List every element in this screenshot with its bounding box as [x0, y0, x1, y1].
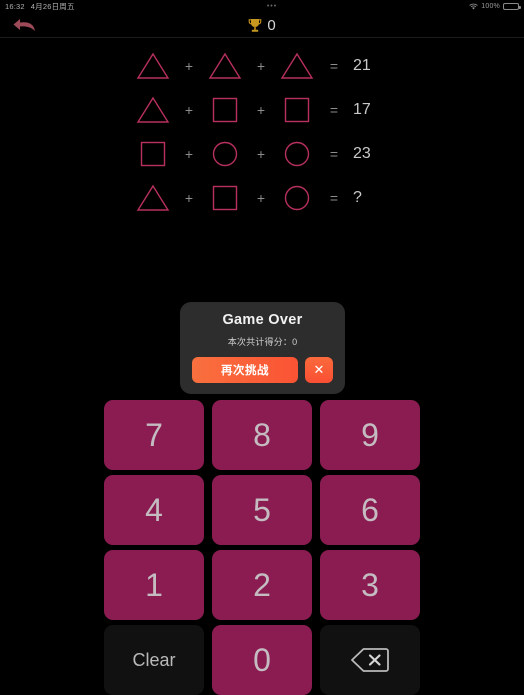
status-bar-left: 16:32 4月26日周五 [5, 1, 75, 12]
close-button[interactable]: ✕ [305, 357, 333, 383]
operator-plus: + [184, 58, 194, 74]
key-1[interactable]: 1 [104, 550, 204, 620]
equals-sign: = [329, 146, 339, 162]
equation-row: + + = ? [0, 176, 524, 220]
operator-plus: + [184, 146, 194, 162]
equals-sign: = [329, 102, 339, 118]
key-9[interactable]: 9 [320, 400, 420, 470]
shape-square [275, 90, 319, 130]
status-bar: 16:32 4月26日周五 ••• 100% [0, 0, 524, 13]
key-0[interactable]: 0 [212, 625, 312, 695]
key-backspace[interactable] [320, 625, 420, 695]
shape-square [203, 178, 247, 218]
operator-plus: + [256, 190, 266, 206]
game-over-dialog: Game Over 本次共计得分：0 再次挑战 ✕ [180, 302, 345, 394]
battery-percent: 100% [481, 3, 500, 10]
equation-value: 21 [353, 57, 371, 74]
shape-triangle [275, 46, 319, 86]
operator-plus: + [184, 102, 194, 118]
dialog-actions: 再次挑战 ✕ [192, 357, 333, 383]
operator-plus: + [184, 190, 194, 206]
equation-row: + + = 23 [0, 132, 524, 176]
key-clear[interactable]: Clear [104, 625, 204, 695]
key-8[interactable]: 8 [212, 400, 312, 470]
status-date: 4月26日周五 [30, 2, 75, 11]
status-time: 16:32 [5, 2, 25, 11]
equals-sign: = [329, 58, 339, 74]
shape-circle [275, 134, 319, 174]
close-icon: ✕ [313, 362, 325, 377]
equals-sign: = [329, 190, 339, 206]
wifi-icon [469, 3, 478, 10]
battery-icon [503, 2, 521, 11]
equation-row: + + = 17 [0, 88, 524, 132]
equation-value: 23 [353, 145, 371, 162]
header-divider [0, 37, 524, 38]
equation-value: 17 [353, 101, 371, 118]
key-6[interactable]: 6 [320, 475, 420, 545]
status-center-dots: ••• [266, 3, 278, 10]
shape-triangle [131, 90, 175, 130]
numeric-keypad: 7 8 9 4 5 6 1 2 3 Clear 0 [104, 400, 420, 695]
shape-triangle [131, 46, 175, 86]
operator-plus: + [256, 146, 266, 162]
shape-circle [275, 178, 319, 218]
equation-row: + + = 21 [0, 44, 524, 88]
key-5[interactable]: 5 [212, 475, 312, 545]
score-value: 0 [267, 16, 276, 34]
operator-plus: + [256, 58, 266, 74]
app-header: 0 [0, 13, 524, 37]
equation-answer-placeholder: ? [353, 189, 362, 206]
shape-triangle [131, 178, 175, 218]
status-bar-right: 100% [469, 2, 521, 11]
dialog-score-text: 本次共计得分：0 [227, 337, 298, 347]
puzzle-equations: + + = 21 + + = 17 + + = 23 + + = ? [0, 44, 524, 220]
backspace-icon [350, 646, 390, 674]
shape-square [131, 134, 175, 174]
key-4[interactable]: 4 [104, 475, 204, 545]
shape-triangle [203, 46, 247, 86]
operator-plus: + [256, 102, 266, 118]
retry-button[interactable]: 再次挑战 [192, 357, 298, 383]
score-display: 0 [0, 18, 524, 33]
key-2[interactable]: 2 [212, 550, 312, 620]
shape-square [203, 90, 247, 130]
dialog-title: Game Over [222, 312, 303, 328]
key-7[interactable]: 7 [104, 400, 204, 470]
key-3[interactable]: 3 [320, 550, 420, 620]
trophy-icon [248, 18, 262, 33]
shape-circle [203, 134, 247, 174]
